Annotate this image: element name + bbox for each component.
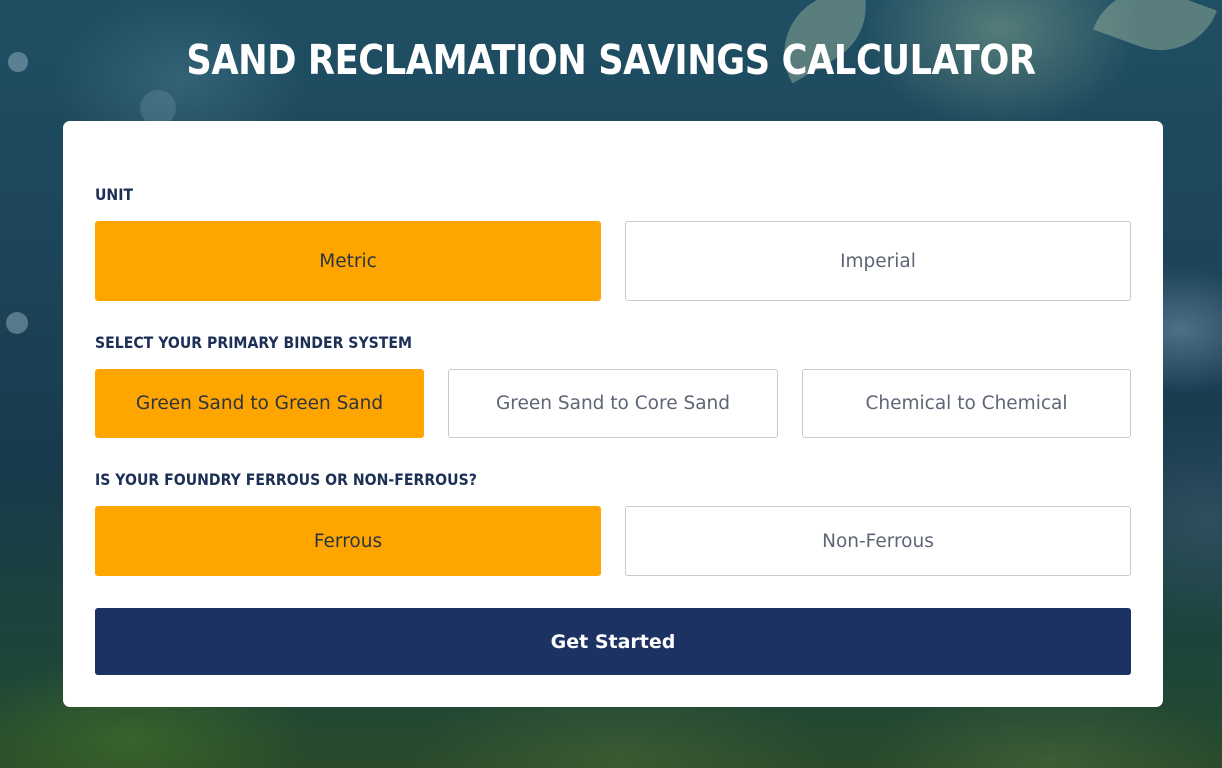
get-started-button[interactable]: Get Started <box>95 608 1131 675</box>
unit-imperial-option[interactable]: Imperial <box>625 221 1131 301</box>
unit-label: UNIT <box>95 185 134 204</box>
foundry-type-label: IS YOUR FOUNDRY FERROUS OR NON-FERROUS? <box>95 470 477 489</box>
binder-system-label: SELECT YOUR PRIMARY BINDER SYSTEM <box>95 333 413 352</box>
binder-green-to-core-option[interactable]: Green Sand to Core Sand <box>448 369 778 438</box>
foundry-ferrous-option[interactable]: Ferrous <box>95 506 601 576</box>
foundry-non-ferrous-option[interactable]: Non-Ferrous <box>625 506 1131 576</box>
binder-chemical-to-chemical-option[interactable]: Chemical to Chemical <box>802 369 1131 438</box>
page-title: SAND RECLAMATION SAVINGS CALCULATOR <box>186 36 1036 84</box>
unit-metric-option[interactable]: Metric <box>95 221 601 301</box>
binder-green-to-green-option[interactable]: Green Sand to Green Sand <box>95 369 424 438</box>
background-bokeh <box>8 52 28 72</box>
calculator-card: UNIT Metric Imperial SELECT YOUR PRIMARY… <box>63 121 1163 707</box>
background-bokeh <box>6 312 28 334</box>
